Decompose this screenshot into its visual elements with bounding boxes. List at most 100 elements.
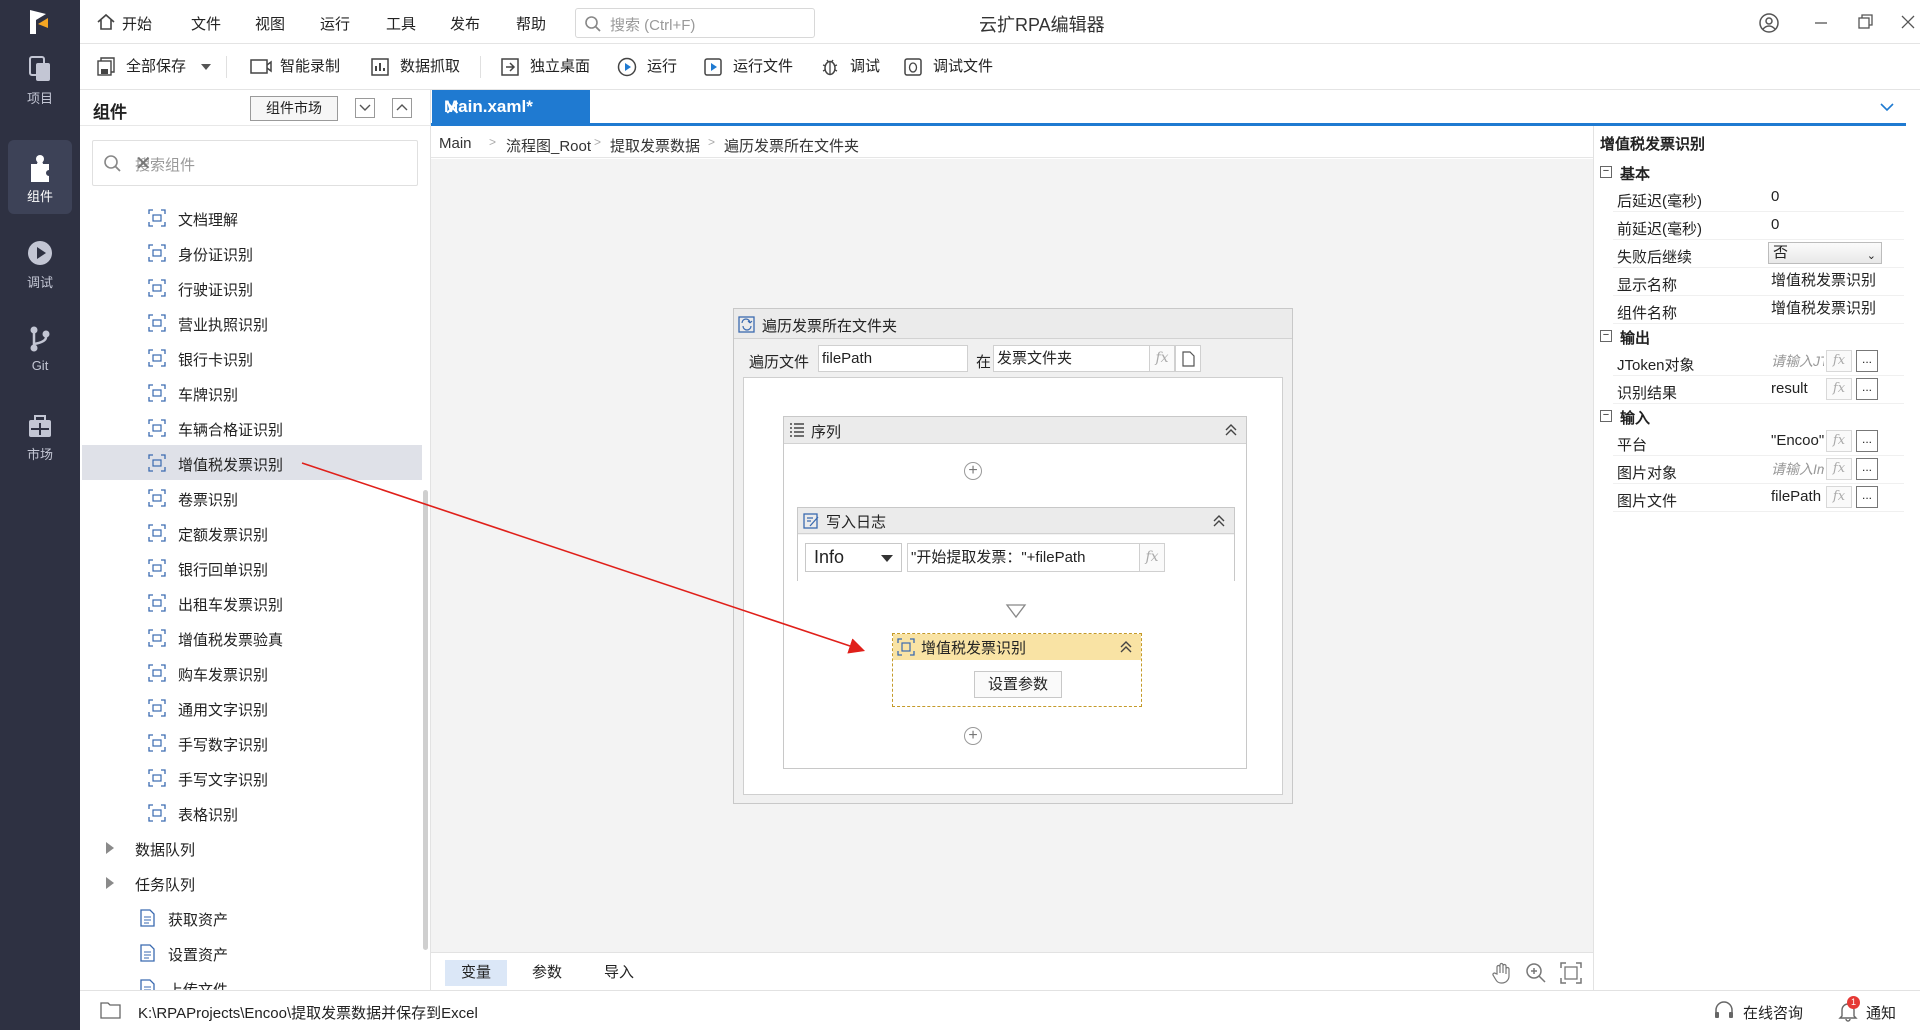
breadcrumb-item[interactable]: 提取发票数据 (610, 135, 700, 156)
continue-on-error-select[interactable]: 否 ⌄ (1768, 242, 1882, 264)
browse-folder-button[interactable] (1175, 345, 1201, 372)
property-value-field[interactable]: 增值税发票识别 (1768, 298, 1902, 320)
run-button[interactable]: 运行 (617, 56, 687, 78)
menu-publish[interactable]: 发布 (450, 13, 480, 34)
component-item[interactable]: 表格识别 (82, 795, 422, 830)
property-value-field[interactable]: 请输入Im (1768, 458, 1824, 480)
component-item[interactable]: 银行卡识别 (82, 340, 422, 375)
component-group[interactable]: 数据队列 (82, 830, 422, 865)
tab-arguments[interactable]: 参数 (516, 960, 578, 986)
menu-view[interactable]: 视图 (255, 13, 285, 34)
property-group[interactable]: − 输出 (1598, 326, 1904, 348)
component-item[interactable]: 营业执照识别 (82, 305, 422, 340)
rail-item-git[interactable]: Git (8, 312, 72, 386)
expand-all-button[interactable] (392, 98, 412, 118)
component-item[interactable]: 文档理解 (82, 200, 422, 235)
component-item[interactable]: 手写数字识别 (82, 725, 422, 760)
component-item[interactable]: 银行回单识别 (82, 550, 422, 585)
component-group[interactable]: 任务队列 (82, 865, 422, 900)
component-item[interactable]: 身份证识别 (82, 235, 422, 270)
collapse-box-icon[interactable]: − (1600, 410, 1612, 422)
component-item[interactable]: 车辆合格证识别 (82, 410, 422, 445)
log-level-select[interactable]: Info (805, 543, 902, 572)
component-item[interactable]: 车牌识别 (82, 375, 422, 410)
property-group[interactable]: − 基本 (1598, 162, 1904, 184)
rail-item-component[interactable]: 组件 (8, 140, 72, 214)
tab-variables[interactable]: 变量 (445, 960, 508, 986)
restore-icon[interactable] (1855, 12, 1875, 32)
fx-button[interactable]: fx (1826, 430, 1852, 452)
menu-tools[interactable]: 工具 (386, 13, 416, 34)
component-item[interactable]: 定额发票识别 (82, 515, 422, 550)
add-activity-icon[interactable]: + (964, 727, 982, 745)
component-item[interactable]: 手写文字识别 (82, 760, 422, 795)
minimize-icon[interactable] (1811, 12, 1831, 32)
independent-desktop-button[interactable]: 独立桌面 (500, 56, 600, 78)
property-value-field[interactable]: filePath (1768, 486, 1824, 508)
component-item[interactable]: 获取资产 (82, 900, 422, 935)
fx-button[interactable]: fx (1826, 378, 1852, 400)
global-search-input[interactable]: 搜索 (Ctrl+F) (575, 8, 815, 38)
close-tab-icon[interactable]: ✕ (444, 96, 582, 121)
fx-button[interactable]: fx (1139, 543, 1165, 572)
zoom-in-icon[interactable] (1524, 961, 1548, 985)
menu-file[interactable]: 文件 (191, 13, 221, 34)
property-value-field[interactable]: 增值税发票识别 (1768, 270, 1902, 292)
component-search-input[interactable]: 搜索组件 ✕ (92, 140, 418, 186)
property-value-field[interactable]: 0 (1768, 186, 1902, 208)
chevron-down-icon[interactable] (200, 63, 212, 71)
add-activity-icon[interactable]: + (964, 462, 982, 480)
rail-item-debug[interactable]: 调试 (8, 226, 72, 300)
fx-button[interactable]: fx (1826, 486, 1852, 508)
breadcrumb-item[interactable]: 流程图_Root (506, 135, 591, 156)
sequence-activity[interactable]: 序列 + 写入日志 Info "开始提取发票："+filePath fx 增值税… (783, 416, 1247, 769)
ellipsis-button[interactable]: ... (1856, 486, 1878, 508)
component-item[interactable]: 通用文字识别 (82, 690, 422, 725)
breadcrumb-item[interactable]: Main (439, 135, 472, 152)
menu-help[interactable]: 帮助 (516, 13, 546, 34)
rail-item-market[interactable]: 市场 (8, 398, 72, 472)
online-consult-link[interactable]: 在线咨询 (1743, 1002, 1803, 1023)
clear-search-icon[interactable]: ✕ (135, 151, 405, 176)
component-item[interactable]: 设置资产 (82, 935, 422, 970)
collapse-icon[interactable] (1212, 514, 1226, 528)
set-parameters-button[interactable]: 设置参数 (974, 671, 1062, 698)
rail-item-project[interactable]: 项目 (8, 42, 72, 116)
vat-invoice-ocr-activity[interactable]: 增值税发票识别 设置参数 (892, 633, 1142, 707)
component-item[interactable]: 增值税发票识别 (82, 445, 422, 480)
collapse-all-button[interactable] (355, 98, 375, 118)
write-log-activity[interactable]: 写入日志 Info "开始提取发票："+filePath fx (797, 507, 1235, 581)
component-item[interactable]: 行驶证识别 (82, 270, 422, 305)
component-item[interactable]: 增值税发票验真 (82, 620, 422, 655)
component-item[interactable]: 出租车发票识别 (82, 585, 422, 620)
log-message-field[interactable]: "开始提取发票："+filePath (907, 543, 1140, 572)
property-value-field[interactable]: "Encoo" (1768, 430, 1824, 452)
property-value-field[interactable]: 请输入JT (1768, 350, 1824, 372)
ellipsis-button[interactable]: ... (1856, 350, 1878, 372)
ellipsis-button[interactable]: ... (1856, 430, 1878, 452)
menu-run[interactable]: 运行 (320, 13, 350, 34)
component-market-button[interactable]: 组件市场 (250, 96, 338, 121)
expand-caret-icon[interactable] (106, 842, 114, 854)
fx-button[interactable]: fx (1826, 350, 1852, 372)
property-group[interactable]: − 输入 (1598, 406, 1904, 428)
property-value-field[interactable]: 0 (1768, 214, 1902, 236)
ellipsis-button[interactable]: ... (1856, 458, 1878, 480)
collapse-box-icon[interactable]: − (1600, 330, 1612, 342)
close-window-icon[interactable] (1898, 12, 1918, 32)
collapse-icon[interactable] (1224, 423, 1238, 437)
debug-button[interactable]: 调试 (820, 56, 890, 78)
menu-start[interactable]: 开始 (122, 13, 152, 34)
component-item[interactable]: 卷票识别 (82, 480, 422, 515)
folder-field[interactable]: 发票文件夹 (993, 345, 1150, 372)
smart-record-button[interactable]: 智能录制 (250, 56, 350, 78)
iterate-variable-field[interactable]: filePath (818, 345, 968, 372)
data-scrape-button[interactable]: 数据抓取 (370, 56, 470, 78)
foreach-file-activity[interactable]: 遍历发票所在文件夹 遍历文件 filePath 在 发票文件夹 fx 序列 + … (733, 308, 1293, 804)
fit-screen-icon[interactable] (1559, 961, 1583, 985)
component-item[interactable]: 购车发票识别 (82, 655, 422, 690)
collapse-box-icon[interactable]: − (1600, 166, 1612, 178)
user-account-icon[interactable] (1758, 12, 1780, 34)
fx-button[interactable]: fx (1826, 458, 1852, 480)
chevron-down-icon[interactable] (1878, 98, 1896, 116)
